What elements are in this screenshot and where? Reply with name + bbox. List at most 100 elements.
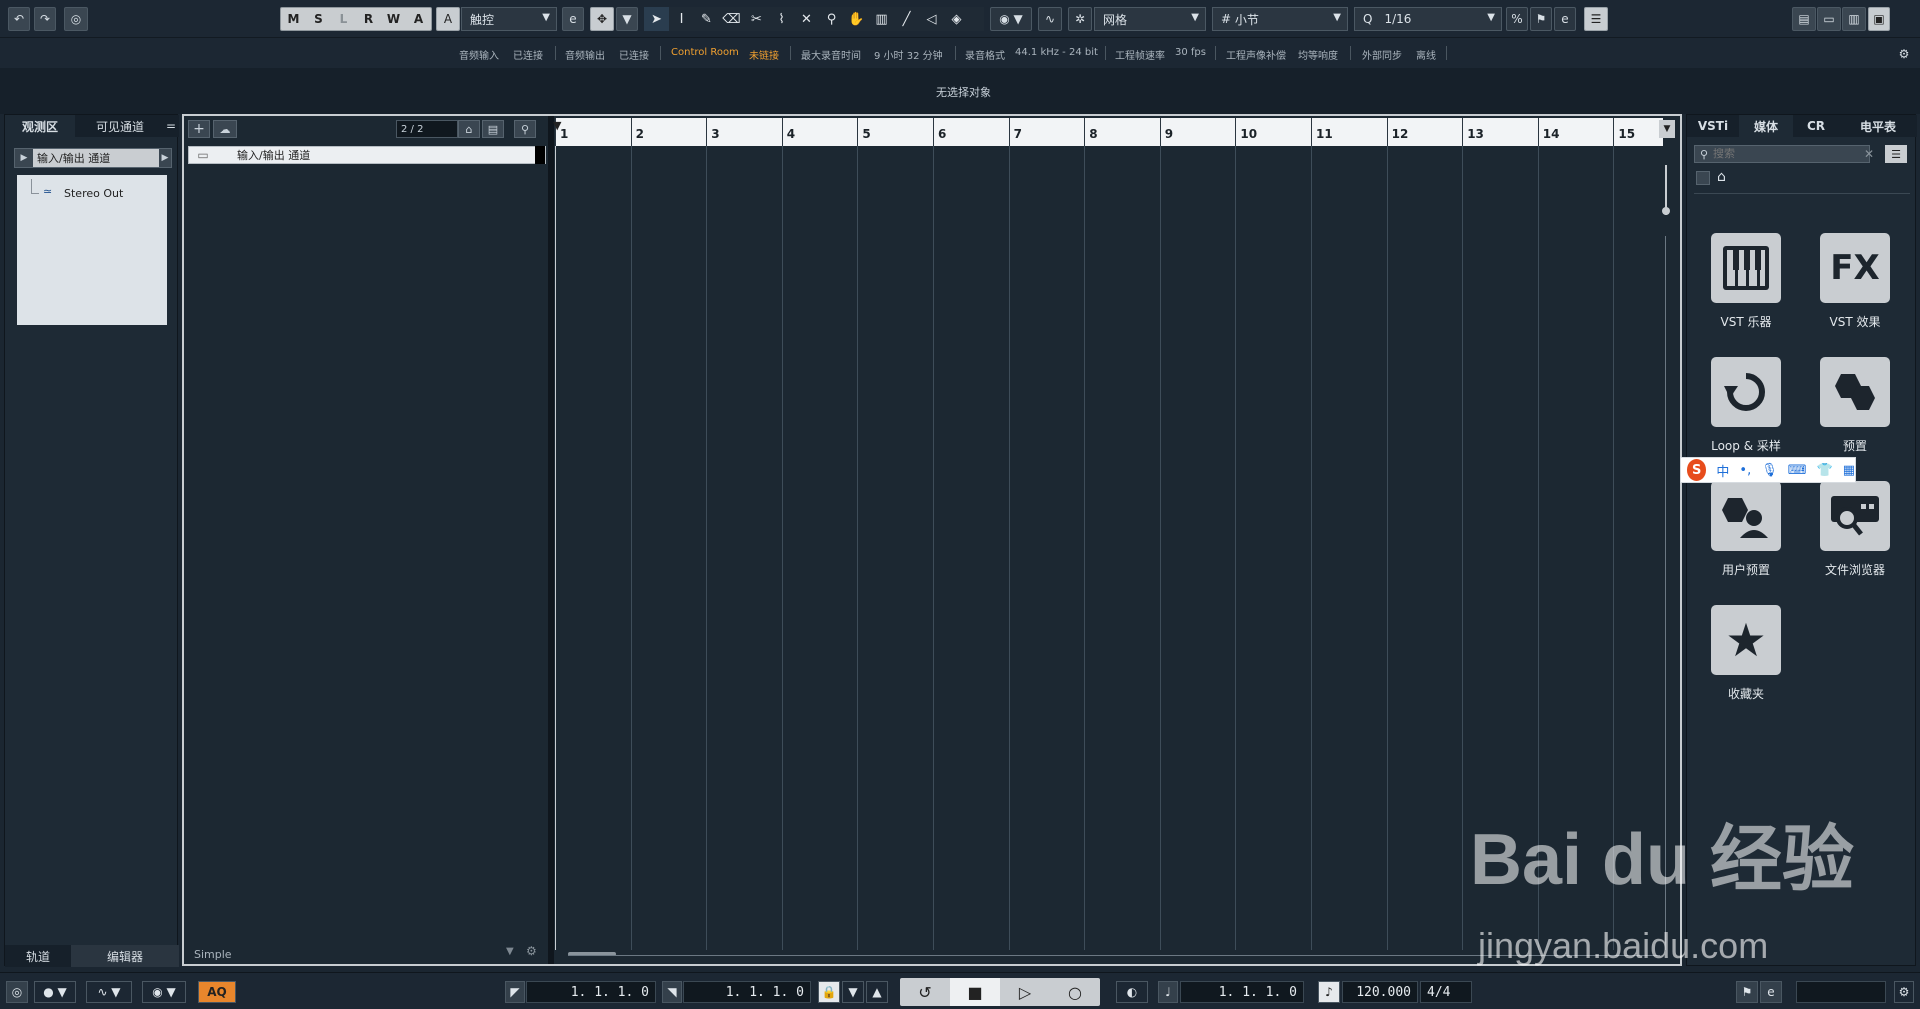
ruler-bar-4[interactable]: 4 — [781, 118, 795, 146]
time-display-button[interactable]: ♩ — [1158, 981, 1178, 1003]
tab-inspector[interactable]: 观测区 — [5, 115, 75, 137]
grid-type-select[interactable]: # 小节 ▼ — [1212, 7, 1348, 31]
back-button[interactable] — [1696, 171, 1710, 185]
tempo-track-button[interactable]: ♪ — [1318, 981, 1340, 1003]
tab-meter[interactable]: 电平表 — [1839, 115, 1917, 137]
left-zone-toggle[interactable]: ▤ — [1792, 7, 1816, 31]
hand-tool-icon[interactable]: ✋ — [844, 7, 869, 31]
automation-button[interactable]: A — [406, 8, 431, 30]
zone-menu-icon[interactable]: = — [163, 115, 179, 137]
mute-tool-icon[interactable]: ✕ — [794, 7, 819, 31]
glue-tool-icon[interactable]: ⌇ — [769, 7, 794, 31]
status-settings-button[interactable]: ⚙ — [1895, 38, 1913, 61]
equal-loudness-label[interactable]: 均等响度 — [1298, 47, 1338, 62]
auto-quantize-button[interactable]: AQ — [198, 981, 236, 1003]
constrain-delay-button[interactable]: ◎ — [64, 7, 88, 31]
undo-button[interactable]: ↶ — [8, 7, 30, 31]
redo-button[interactable]: ↷ — [34, 7, 56, 31]
tab-vsti[interactable]: VSTi — [1687, 115, 1739, 137]
automation-mode-icon[interactable]: A — [436, 7, 460, 31]
external-sync-value[interactable]: 离线 — [1416, 47, 1436, 62]
keyboard-icon[interactable]: ⌨ — [1788, 463, 1807, 478]
control-room-value[interactable]: 未链接 — [749, 47, 779, 62]
microphone-icon[interactable]: 🎙 — [1761, 463, 1778, 478]
right-locator-field[interactable]: 1. 1. 1. 0 — [683, 981, 811, 1003]
listen-all-button[interactable]: L — [331, 8, 356, 30]
ruler[interactable]: 1 2 3 4 5 6 7 8 9 10 11 12 13 14 15 — [555, 118, 1663, 146]
color-menu-button[interactable]: ◉ ▼ — [990, 7, 1032, 31]
iterative-quantize-button[interactable]: % — [1506, 7, 1528, 31]
snap-type-select[interactable]: 网格 ▼ — [1094, 7, 1206, 31]
ruler-bar-13[interactable]: 13 — [1462, 118, 1484, 146]
range-selection-tool-icon[interactable]: I — [669, 7, 694, 31]
record-mode-button[interactable]: ● ▼ — [34, 981, 76, 1003]
right-zone-toggle[interactable]: ▥ — [1842, 7, 1866, 31]
inspector-folder-header[interactable]: ▶ 输入/输出 通道 ▶ — [14, 148, 172, 168]
punch-in-button[interactable]: ▼ — [842, 981, 864, 1003]
clear-search-icon[interactable]: ✕ — [1861, 145, 1877, 163]
media-item-user-presets[interactable]: 用户预置 — [1696, 481, 1796, 578]
marker-flag-button[interactable]: ⚑ — [1736, 981, 1758, 1003]
write-all-button[interactable]: W — [381, 8, 406, 30]
audio-output-value[interactable]: 已连接 — [619, 47, 649, 62]
constrain-button[interactable]: ◎ — [6, 981, 28, 1003]
lock-button[interactable]: 🔒 — [818, 981, 840, 1003]
track-list-menu-button[interactable]: ▤ — [482, 120, 504, 138]
track-preset-label[interactable]: Simple — [194, 948, 232, 961]
position-field[interactable]: 1. 1. 1. 0 — [1180, 981, 1304, 1003]
draw-tool-icon[interactable]: ✎ — [694, 7, 719, 31]
stop-button[interactable]: ■ — [950, 978, 1000, 1006]
window-layout-button[interactable]: ▣ — [1868, 7, 1890, 31]
ruler-bar-5[interactable]: 5 — [857, 118, 871, 146]
ruler-bar-3[interactable]: 3 — [706, 118, 720, 146]
home-icon[interactable]: ⌂ — [1717, 169, 1726, 185]
ruler-bar-2[interactable]: 2 — [630, 118, 644, 146]
ruler-bar-12[interactable]: 12 — [1386, 118, 1408, 146]
ime-language-toggle[interactable]: 中 — [1716, 461, 1729, 480]
media-item-vst-instruments[interactable]: VST 乐器 — [1696, 233, 1796, 330]
left-locator-icon[interactable]: ▼ — [553, 119, 565, 132]
ruler-bar-15[interactable]: 15 — [1613, 118, 1635, 146]
chevron-down-icon[interactable]: ▼ — [506, 946, 514, 957]
play-button[interactable]: ▷ — [1000, 978, 1050, 1006]
automation-mode-select[interactable]: 触控 ▼ — [461, 7, 557, 31]
media-item-loops-samples[interactable]: Loop & 采样 — [1696, 357, 1796, 454]
apps-icon[interactable]: ▦ — [1843, 463, 1855, 478]
ruler-bar-7[interactable]: 7 — [1008, 118, 1022, 146]
right-locator-button[interactable]: ◥ — [662, 981, 682, 1003]
left-locator-button[interactable]: ◤ — [505, 981, 525, 1003]
tab-media[interactable]: 媒体 — [1739, 115, 1793, 137]
media-item-favorites[interactable]: ★ 收藏夹 — [1696, 605, 1796, 702]
search-input[interactable] — [1713, 148, 1869, 160]
snap-zero-crossing-button[interactable]: ∿ — [1038, 7, 1062, 31]
time-signature-field[interactable]: 4/4 — [1420, 981, 1472, 1003]
ruler-bar-8[interactable]: 8 — [1084, 118, 1098, 146]
find-track-button[interactable]: ⚲ — [514, 120, 536, 138]
track-list-divider[interactable] — [548, 116, 554, 964]
auto-scroll-button[interactable]: e — [562, 7, 584, 31]
media-item-presets[interactable]: 预置 — [1805, 357, 1905, 454]
transport-settings-button[interactable]: ⚙ — [1894, 981, 1914, 1003]
solo-all-button[interactable]: S — [306, 8, 331, 30]
ruler-bar-14[interactable]: 14 — [1537, 118, 1560, 146]
lower-zone-toggle[interactable]: ▭ — [1817, 7, 1841, 31]
punch-out-button[interactable]: ▲ — [866, 981, 888, 1003]
cycle-button[interactable]: ↺ — [900, 978, 950, 1006]
vertical-zoom-handle[interactable] — [1662, 207, 1670, 215]
nudge-dropdown[interactable]: ▼ — [616, 7, 638, 31]
frame-rate-value[interactable]: 30 fps — [1175, 47, 1206, 58]
audio-record-mode-button[interactable]: ∿ ▼ — [86, 981, 132, 1003]
visibility-agent-button[interactable]: ⌂ — [458, 120, 480, 138]
ruler-menu-button[interactable]: ▼ — [1659, 120, 1675, 138]
ruler-bar-10[interactable]: 10 — [1235, 118, 1257, 146]
play-tool-icon[interactable]: ◁ — [919, 7, 944, 31]
skin-icon[interactable]: 👕 — [1817, 463, 1833, 478]
ruler-bar-6[interactable]: 6 — [933, 118, 946, 146]
marker-button[interactable]: ◐ — [1116, 981, 1148, 1003]
gear-icon[interactable]: ⚙ — [526, 944, 537, 958]
tempo-field[interactable]: 120.000 — [1342, 981, 1418, 1003]
add-track-button[interactable]: + — [188, 120, 210, 138]
add-track-from-preset-button[interactable]: ☁ — [213, 120, 237, 138]
media-view-button[interactable]: ☰ — [1885, 145, 1907, 163]
tab-track[interactable]: 轨道 — [5, 945, 71, 967]
